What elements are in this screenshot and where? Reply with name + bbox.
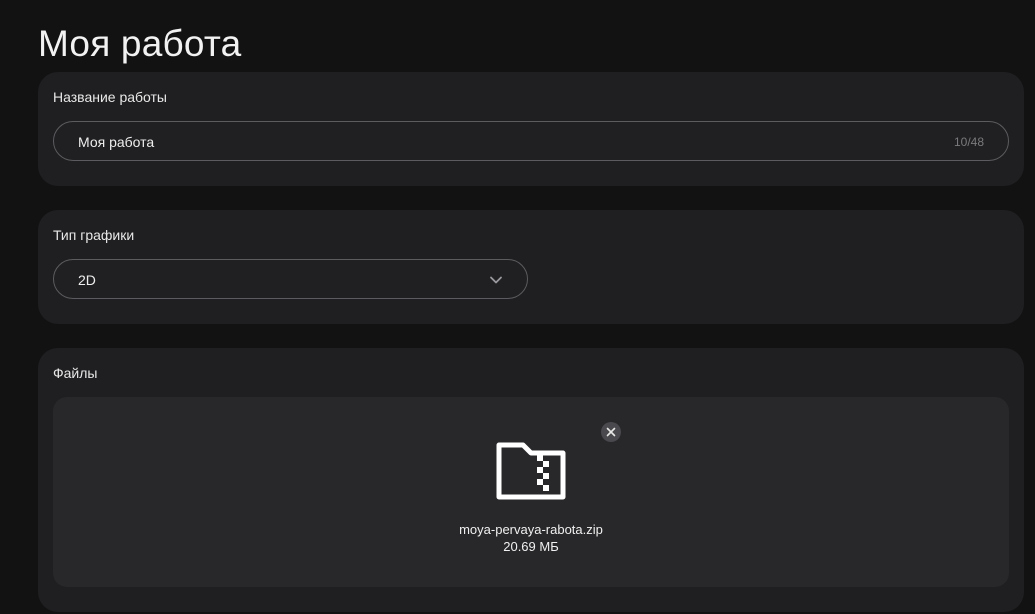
page-title: Моя работа [38, 23, 242, 64]
work-name-label: Название работы [53, 89, 167, 105]
character-counter: 10/48 [953, 135, 984, 149]
graphics-type-section: Тип графики 2D [38, 210, 1024, 324]
work-name-input[interactable]: Моя работа 10/48 [53, 121, 1009, 161]
file-name: moya-pervaya-rabota.zip [459, 522, 603, 537]
graphics-type-label: Тип графики [53, 227, 135, 243]
files-section: Файлы moya-pervaya-rabota.zip 20.69 МБ [38, 348, 1024, 612]
chevron-down-icon[interactable] [489, 273, 503, 287]
file-size: 20.69 МБ [503, 539, 559, 554]
work-name-section: Название работы Моя работа 10/48 [38, 72, 1024, 186]
graphics-type-selected-value[interactable]: 2D [78, 271, 96, 289]
zip-folder-icon [496, 442, 566, 500]
file-dropzone[interactable]: moya-pervaya-rabota.zip 20.69 МБ [53, 397, 1009, 587]
files-label: Файлы [53, 365, 98, 381]
close-icon[interactable] [606, 427, 616, 437]
graphics-type-select[interactable]: 2D [53, 259, 528, 299]
remove-file-button[interactable] [601, 422, 621, 442]
work-name-value[interactable]: Моя работа [78, 133, 154, 151]
